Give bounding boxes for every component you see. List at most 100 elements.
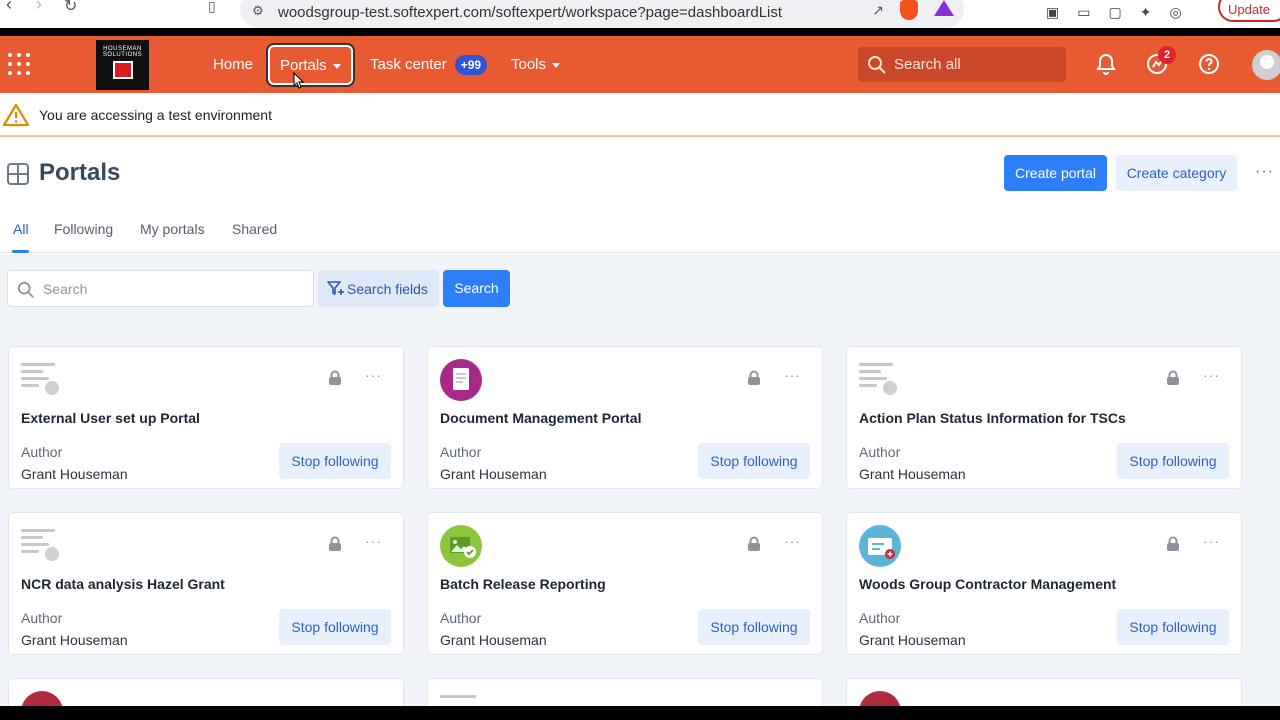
- stop-following-button[interactable]: Stop following: [279, 609, 391, 645]
- mouse-cursor-icon: [293, 72, 305, 89]
- tab-all[interactable]: All: [13, 221, 29, 237]
- portal-card[interactable]: ··· Woods Group Contractor Management Au…: [846, 512, 1242, 655]
- document-icon: [859, 359, 901, 401]
- notification-badge: 2: [1158, 46, 1176, 64]
- create-portal-button[interactable]: Create portal: [1004, 155, 1107, 191]
- stop-following-button[interactable]: Stop following: [279, 443, 391, 479]
- warning-icon: [3, 103, 29, 127]
- more-options-icon[interactable]: ···: [1255, 163, 1274, 181]
- portal-card[interactable]: ··· NCR data analysis Hazel Grant Author…: [8, 512, 404, 655]
- vpn-icon[interactable]: ◎: [1169, 4, 1181, 21]
- portal-title[interactable]: NCR data analysis Hazel Grant: [21, 576, 225, 592]
- more-options-icon[interactable]: ···: [1203, 367, 1220, 383]
- portal-card[interactable]: ··· Batch Release Reporting Author Grant…: [427, 512, 823, 655]
- author-name: Grant Houseman: [440, 632, 547, 648]
- author-label: Author: [21, 610, 63, 626]
- document-icon: [440, 695, 476, 698]
- rewards-icon[interactable]: [934, 0, 954, 16]
- lock-icon: [329, 536, 341, 551]
- browser-divider: [0, 28, 1280, 36]
- bookmark-icon[interactable]: ▯: [208, 0, 216, 15]
- tab-following[interactable]: Following: [54, 221, 113, 237]
- global-search-placeholder: Search all: [894, 56, 961, 73]
- image-check-icon: [440, 525, 482, 567]
- portal-card[interactable]: ··· Action Plan Status Information for T…: [846, 346, 1242, 489]
- share-icon[interactable]: ↗: [872, 2, 884, 19]
- author-name: Grant Houseman: [859, 632, 966, 648]
- nav-portals[interactable]: Portals: [266, 43, 355, 87]
- more-options-icon[interactable]: ···: [1203, 533, 1220, 549]
- global-search[interactable]: Search all: [858, 47, 1066, 82]
- forward-icon[interactable]: ›: [36, 0, 42, 15]
- video-bottom-bar: [0, 706, 1280, 720]
- search-input[interactable]: Search: [7, 270, 314, 307]
- back-icon[interactable]: ‹: [6, 0, 12, 15]
- nav-tools[interactable]: Tools: [511, 36, 561, 93]
- portal-title[interactable]: Document Management Portal: [440, 410, 641, 426]
- address-bar[interactable]: ⚙ woodsgroup-test.softexpert.com/softexp…: [240, 0, 964, 28]
- author-label: Author: [859, 444, 901, 460]
- search-icon: [868, 56, 886, 74]
- nav-task-center-label: Task center: [370, 56, 447, 73]
- stop-following-button[interactable]: Stop following: [1117, 609, 1229, 645]
- nav-task-center[interactable]: Task center +99: [370, 36, 488, 93]
- document-icon: [21, 525, 63, 567]
- portal-icon: [7, 163, 29, 185]
- logo-text: HOUSEMAN SOLUTIONS: [102, 46, 143, 58]
- portal-title[interactable]: Action Plan Status Information for TSCs: [859, 410, 1126, 426]
- more-options-icon[interactable]: ···: [365, 367, 382, 383]
- warning-text: You are accessing a test environment: [39, 107, 272, 123]
- reload-icon[interactable]: ↻: [64, 0, 77, 16]
- lock-icon: [748, 370, 760, 385]
- more-options-icon[interactable]: ···: [365, 533, 382, 549]
- app-launcher-icon[interactable]: [8, 53, 30, 75]
- document-icon: [21, 359, 63, 401]
- chevron-down-icon: [332, 63, 341, 69]
- logo-mark: [112, 61, 133, 79]
- more-options-icon[interactable]: ···: [784, 533, 801, 549]
- author-name: Grant Houseman: [21, 632, 128, 648]
- document-circle-icon: [440, 359, 482, 401]
- portal-card[interactable]: ··· Document Management Portal Author Gr…: [427, 346, 823, 489]
- search-button[interactable]: Search: [443, 270, 510, 307]
- avatar[interactable]: [1252, 50, 1280, 80]
- bell-icon[interactable]: [1094, 52, 1118, 76]
- sidebar-icon[interactable]: ▭: [1077, 4, 1090, 21]
- url-text: woodsgroup-test.softexpert.com/softexper…: [278, 4, 783, 21]
- tab-shared[interactable]: Shared: [232, 221, 277, 237]
- lock-icon: [329, 370, 341, 385]
- help-icon[interactable]: [1197, 52, 1221, 76]
- portal-title[interactable]: Woods Group Contractor Management: [859, 576, 1116, 592]
- portal-title[interactable]: External User set up Portal: [21, 410, 200, 426]
- stop-following-button[interactable]: Stop following: [698, 443, 810, 479]
- test-environment-warning: You are accessing a test environment: [0, 93, 1280, 137]
- extension-icon[interactable]: ▣: [1046, 4, 1059, 21]
- tab-my-portals[interactable]: My portals: [140, 221, 205, 237]
- active-tab-indicator: [12, 250, 29, 253]
- search-icon: [17, 281, 34, 298]
- search-fields-button[interactable]: Search fields: [318, 270, 439, 307]
- site-settings-icon[interactable]: ⚙: [252, 3, 264, 19]
- author-label: Author: [440, 610, 482, 626]
- extension-icons: ▣ ▭ ▢ ✦ ◎: [1046, 4, 1182, 21]
- nav-tools-label: Tools: [511, 56, 547, 73]
- nav-home[interactable]: Home: [213, 36, 253, 93]
- lock-icon: [1167, 536, 1179, 551]
- app-header: HOUSEMAN SOLUTIONS Home Portals Task cen…: [0, 36, 1280, 93]
- sparkle-icon[interactable]: ✦: [1140, 4, 1152, 21]
- portal-title[interactable]: Batch Release Reporting: [440, 576, 606, 592]
- portal-card[interactable]: ··· External User set up Portal Author G…: [8, 346, 404, 489]
- create-category-button[interactable]: Create category: [1116, 155, 1237, 191]
- search-fields-label: Search fields: [347, 281, 428, 297]
- brave-shield-icon[interactable]: [900, 0, 918, 20]
- author-label: Author: [440, 444, 482, 460]
- tab-icon[interactable]: ▢: [1108, 4, 1121, 21]
- lock-icon: [1167, 370, 1179, 385]
- stop-following-button[interactable]: Stop following: [1117, 443, 1229, 479]
- chevron-down-icon: [552, 63, 561, 68]
- update-button[interactable]: Update: [1218, 0, 1280, 22]
- more-options-icon[interactable]: ···: [784, 367, 801, 383]
- author-name: Grant Houseman: [440, 466, 547, 482]
- stop-following-button[interactable]: Stop following: [698, 609, 810, 645]
- company-logo[interactable]: HOUSEMAN SOLUTIONS: [96, 40, 149, 90]
